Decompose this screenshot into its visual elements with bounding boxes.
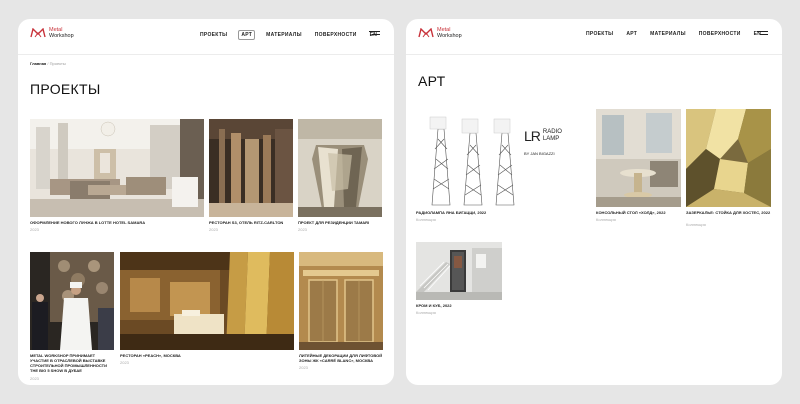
art-card[interactable]: ЗАЗЕРКАЛЬЕ: СТОЙКА ДЛЯ ХОСТЕС, 2022 Колл…	[686, 109, 771, 229]
project-year: 2023	[298, 227, 307, 232]
project-year: 2023	[299, 365, 308, 370]
nav-projects[interactable]: ПРОЕКТЫ	[584, 30, 615, 38]
project-caption: РЕСТОРАН S3, ОТЕЛЬ RITZ-CARLTON	[209, 220, 284, 225]
logo[interactable]: Metal Workshop	[418, 27, 462, 39]
project-image	[298, 119, 382, 217]
art-year: Коллекция	[416, 217, 436, 222]
page-title: ПРОЕКТЫ	[30, 81, 101, 97]
project-card[interactable]: ЛИТЕЙНЫЕ ДЕКОРАЦИИ ДЛЯ ЛИФТОВОЙ ЗОНЫ ЖК …	[299, 252, 383, 382]
art-image	[596, 109, 681, 207]
metal-workshop-logo-icon	[30, 28, 46, 38]
project-caption: ОФОРМЛЕНИЕ НОВОГО ЛУНЖА В LOTTE HOTEL SA…	[30, 220, 146, 225]
project-card[interactable]: РЕСТОРАН S3, ОТЕЛЬ RITZ-CARLTON 2023	[209, 119, 293, 241]
art-card[interactable]: КОНСОЛЬНЫЙ СТОЛ «ХОЛД», 2022 Коллекция	[596, 109, 681, 227]
breadcrumb: Главная / Проекты	[30, 61, 66, 66]
logo-text: Metal Workshop	[49, 27, 74, 39]
nav-art[interactable]: АРТ	[624, 30, 639, 38]
site-header: Metal Workshop ПРОЕКТЫ АРТ МАТЕРИАЛЫ ПОВ…	[18, 19, 394, 55]
art-year: Коллекция	[416, 310, 436, 315]
project-caption: ЛИТЕЙНЫЕ ДЕКОРАЦИИ ДЛЯ ЛИФТОВОЙ ЗОНЫ ЖК …	[299, 353, 383, 363]
project-caption: METAL WORKSHOP ПРИНИМАЕТ УЧАСТИЕ В ОТРАС…	[30, 353, 107, 373]
projects-window: Metal Workshop ПРОЕКТЫ АРТ МАТЕРИАЛЫ ПОВ…	[18, 19, 394, 385]
project-image	[299, 252, 383, 350]
project-card[interactable]: ПРОЕКТ ДЛЯ РЕЗИДЕНЦИИ TAMARI 2023	[298, 119, 382, 241]
art-year: Коллекция	[686, 222, 706, 227]
project-image	[30, 119, 204, 217]
radio-lamp-brand: LR RADIO LAMP	[524, 128, 562, 144]
project-year: 2023	[120, 360, 129, 365]
menu-icon[interactable]	[757, 31, 768, 38]
metal-workshop-logo-icon	[418, 28, 434, 38]
art-caption: РАДИОЛАМПА ЯНА БИГАЦЦИ, 2022	[416, 210, 487, 215]
art-image	[416, 242, 502, 300]
main-nav: ПРОЕКТЫ АРТ МАТЕРИАЛЫ ПОВЕРХНОСТИ EN	[584, 30, 772, 38]
art-year: Коллекция	[596, 217, 616, 222]
project-card[interactable]: ОФОРМЛЕНИЕ НОВОГО ЛУНЖА В LOTTE HOTEL SA…	[30, 119, 204, 241]
menu-icon[interactable]	[369, 31, 380, 38]
site-header: Metal Workshop ПРОЕКТЫ АРТ МАТЕРИАЛЫ ПОВ…	[406, 19, 782, 55]
project-year: 2023	[30, 227, 39, 232]
breadcrumb-home[interactable]: Главная	[30, 61, 46, 66]
project-year: 2023	[209, 227, 218, 232]
breadcrumb-separator: /	[47, 61, 49, 66]
project-image	[209, 119, 293, 217]
art-image	[686, 109, 771, 207]
project-caption: ПРОЕКТ ДЛЯ РЕЗИДЕНЦИИ TAMARI	[298, 220, 370, 225]
art-caption: ЗАЗЕРКАЛЬЕ: СТОЙКА ДЛЯ ХОСТЕС, 2022	[686, 210, 771, 215]
nav-art[interactable]: АРТ	[238, 30, 256, 40]
page-title: АРТ	[418, 73, 446, 89]
art-image: LR RADIO LAMP BY JAN BIGAZZI	[416, 109, 592, 207]
nav-materials[interactable]: МАТЕРИАЛЫ	[648, 30, 688, 38]
project-year: 2023	[30, 376, 39, 381]
logo[interactable]: Metal Workshop	[30, 27, 74, 39]
breadcrumb-current: Проекты	[49, 61, 66, 66]
art-caption: КОНСОЛЬНЫЙ СТОЛ «ХОЛД», 2022	[596, 210, 666, 215]
nav-materials[interactable]: МАТЕРИАЛЫ	[264, 31, 304, 39]
logo-text: Metal Workshop	[437, 27, 462, 39]
nav-surfaces[interactable]: ПОВЕРХНОСТИ	[697, 30, 743, 38]
project-image	[30, 252, 114, 350]
project-caption: РЕСТОРАН «PEACH», МОСКВА	[120, 353, 181, 358]
art-caption: КРОМ И КУБ, 2022	[416, 303, 452, 308]
art-card[interactable]: LR RADIO LAMP BY JAN BIGAZZI РАДИОЛАМПА …	[416, 109, 592, 227]
nav-surfaces[interactable]: ПОВЕРХНОСТИ	[313, 31, 359, 39]
main-nav: ПРОЕКТЫ АРТ МАТЕРИАЛЫ ПОВЕРХНОСТИ EN	[198, 30, 388, 40]
art-window: Metal Workshop ПРОЕКТЫ АРТ МАТЕРИАЛЫ ПОВ…	[406, 19, 782, 385]
project-image	[120, 252, 294, 350]
nav-projects[interactable]: ПРОЕКТЫ	[198, 31, 229, 39]
project-card[interactable]: РЕСТОРАН «PEACH», МОСКВА 2023	[120, 252, 294, 374]
art-card[interactable]: КРОМ И КУБ, 2022 Коллекция	[416, 242, 502, 332]
project-card[interactable]: METAL WORKSHOP ПРИНИМАЕТ УЧАСТИЕ В ОТРАС…	[30, 252, 114, 382]
radio-lamp-author: BY JAN BIGAZZI	[524, 151, 555, 156]
